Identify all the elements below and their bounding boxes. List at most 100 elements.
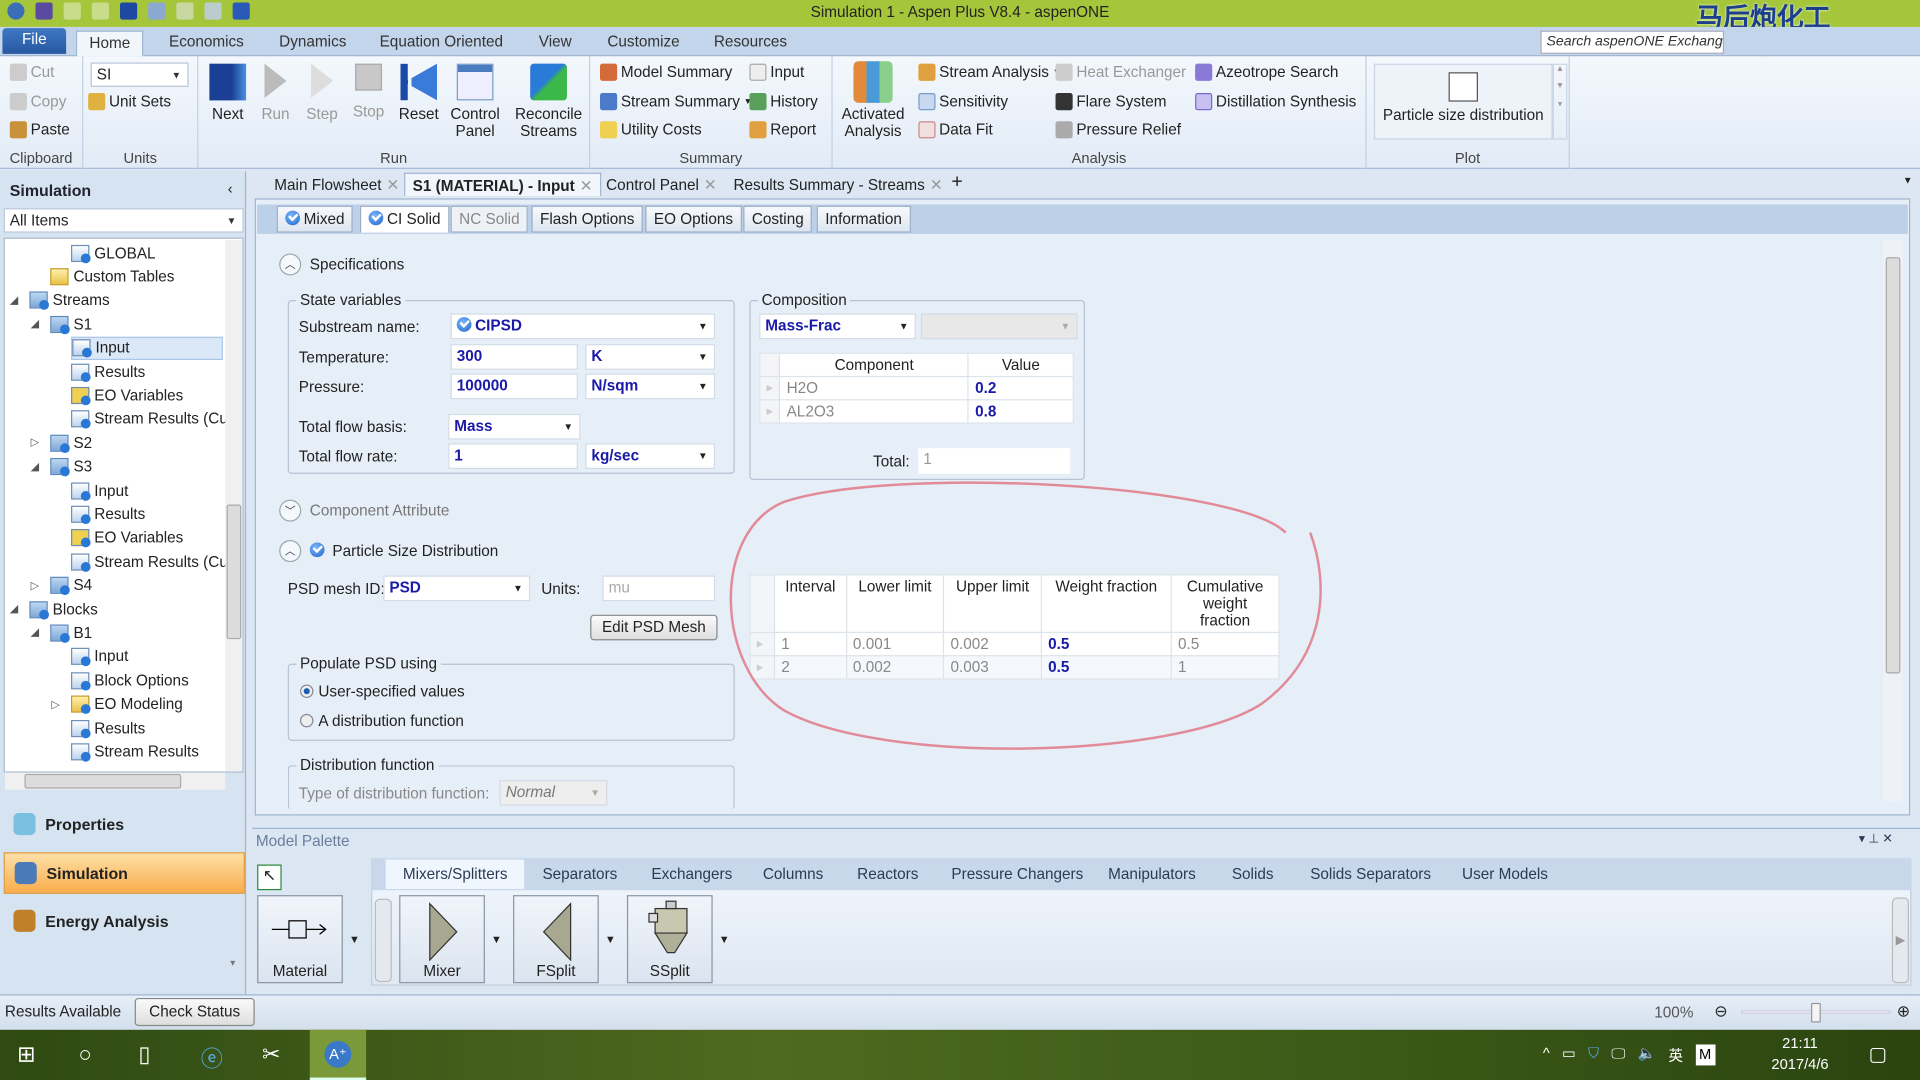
tree-item[interactable]: Block Options (71, 669, 189, 692)
material-dropdown-icon[interactable]: ▼ (349, 933, 360, 945)
sheet-tab-ci-solid[interactable]: CI Solid (360, 205, 450, 233)
nav-energy-analysis[interactable]: Energy Analysis (4, 900, 245, 942)
flow-rate-unit-select[interactable]: kg/sec ▼ (585, 443, 716, 469)
psd-plot-button[interactable]: Particle size distribution (1373, 63, 1553, 140)
tab-customize[interactable]: Customize (595, 31, 692, 57)
pressure-unit-select[interactable]: N/sqm ▼ (585, 373, 716, 400)
expand-component-attribute-icon[interactable]: ﹀ (279, 499, 302, 522)
tree-item[interactable]: Input (71, 479, 128, 502)
tree-item[interactable]: Results (71, 360, 145, 383)
tree-item[interactable]: B1 (50, 621, 92, 644)
history-button[interactable]: History (749, 93, 818, 111)
table-row[interactable]: ▶ H2O 0.2 (759, 375, 1074, 401)
ssplit-dropdown-icon[interactable]: ▼ (719, 933, 730, 945)
temperature-unit-select[interactable]: K ▼ (585, 344, 716, 370)
sensitivity-button[interactable]: Sensitivity (918, 93, 1008, 111)
temperature-input[interactable]: 300 (450, 344, 578, 370)
activated-analysis-button[interactable]: Activated Analysis (840, 61, 906, 140)
run-button[interactable]: Run (255, 63, 297, 122)
windows-start-icon[interactable]: ⊞ (17, 1042, 35, 1068)
stream-summary-button[interactable]: Stream Summary ▼ (600, 93, 752, 111)
flow-rate-input[interactable]: 1 (448, 443, 578, 469)
palette-tab-user-models[interactable]: User Models (1462, 860, 1548, 889)
tree-item[interactable]: GLOBAL (71, 241, 156, 264)
heat-exchanger-button[interactable]: Heat Exchanger (1055, 63, 1186, 81)
plot-gallery-scroll[interactable]: ▲ ▼ ▾ (1552, 63, 1568, 140)
doc-tab-results-summary[interactable]: Results Summary - Streams ✕ (726, 173, 950, 196)
ime-mode[interactable]: M (1695, 1044, 1715, 1066)
security-shield-icon[interactable]: ⛉ (1588, 1044, 1599, 1065)
utility-costs-button[interactable]: Utility Costs (600, 121, 702, 139)
expand-arrow-icon[interactable]: ▷ (51, 697, 59, 710)
action-center-icon[interactable]: ▢ (1869, 1042, 1888, 1066)
mixer-dropdown-icon[interactable]: ▼ (491, 933, 502, 945)
pin-icon[interactable]: ⊥ (1868, 833, 1879, 846)
stop-button[interactable]: Stop (348, 63, 390, 120)
nav-properties[interactable]: Properties (4, 803, 245, 845)
tree-item[interactable]: Stream Results (Cus (71, 408, 235, 431)
composition-units-select[interactable]: ▼ (920, 313, 1078, 340)
collapse-specifications-icon[interactable]: ︿ (279, 253, 302, 276)
tree-horizontal-scrollbar[interactable] (4, 772, 226, 790)
tree-item[interactable]: Custom Tables (50, 265, 174, 288)
tab-list-dropdown-icon[interactable]: ▼ (1903, 175, 1913, 186)
task-view-icon[interactable]: ▯ (138, 1042, 150, 1068)
tree-item[interactable]: EO Modeling (71, 693, 183, 716)
sheet-tab-mixed[interactable]: Mixed (276, 205, 354, 233)
zoom-out-icon[interactable]: ⊖ (1714, 1002, 1727, 1022)
palette-tab-exchangers[interactable]: Exchangers (651, 860, 732, 889)
copy-button[interactable]: Copy (9, 93, 66, 111)
tree-item[interactable]: S1 (50, 312, 92, 335)
volume-icon[interactable]: 🔈 (1638, 1044, 1656, 1065)
select-pointer-icon[interactable]: ↖ (257, 864, 282, 891)
internet-explorer-icon[interactable]: ⓔ (201, 1042, 223, 1074)
value-cell[interactable]: 0.8 (967, 399, 1074, 424)
palette-tab-separators[interactable]: Separators (542, 860, 617, 889)
palette-scroll-left[interactable] (374, 898, 392, 983)
distribution-type-select[interactable]: Normal ▼ (499, 780, 608, 806)
nav-overflow-icon[interactable]: ▾ (230, 958, 235, 969)
tab-file[interactable]: File (2, 28, 67, 54)
collapse-arrow-icon[interactable]: ◢ (31, 317, 39, 330)
tree-item[interactable]: S4 (50, 574, 92, 597)
show-hidden-icons-icon[interactable]: ^ (1543, 1044, 1550, 1065)
palette-tab-mixers-splitters[interactable]: Mixers/Splitters (385, 859, 525, 889)
tree-item[interactable]: Stream Results (Cus (71, 550, 235, 573)
close-icon[interactable]: ✕ (580, 178, 593, 195)
radio-user-specified[interactable]: User-specified values (300, 683, 465, 700)
sheet-tab-eo-options[interactable]: EO Options (645, 205, 742, 233)
tree-item[interactable]: S2 (50, 431, 92, 454)
paste-button[interactable]: Paste (9, 121, 70, 139)
collapse-pane-icon[interactable]: ‹ (228, 180, 233, 197)
tree-item[interactable]: Results (71, 503, 145, 526)
pressure-input[interactable]: 100000 (450, 373, 578, 400)
collapse-arrow-icon[interactable]: ◢ (10, 294, 18, 307)
doc-tab-main-flowsheet[interactable]: Main Flowsheet ✕ (267, 173, 407, 196)
composition-basis-select[interactable]: Mass-Frac ▼ (759, 313, 916, 340)
zoom-in-icon[interactable]: ⊕ (1897, 1002, 1910, 1022)
clock[interactable]: 21:11 2017/4/6 (1763, 1033, 1836, 1075)
ime-language[interactable]: 英 (1668, 1044, 1683, 1065)
distillation-synthesis-button[interactable]: Distillation Synthesis (1195, 93, 1356, 111)
fsplit-dropdown-icon[interactable]: ▼ (605, 933, 616, 945)
check-status-button[interactable]: Check Status (134, 997, 255, 1027)
close-icon[interactable]: ✕ (1882, 833, 1892, 846)
expand-arrow-icon[interactable]: ▷ (31, 436, 39, 449)
sheet-tab-information[interactable]: Information (816, 205, 911, 233)
scroll-thumb[interactable] (1885, 257, 1901, 674)
substream-select[interactable]: CIPSD ▼ (450, 313, 716, 340)
report-button[interactable]: Report (749, 121, 816, 139)
palette-fsplit[interactable]: FSplit (513, 895, 599, 984)
psd-mesh-select[interactable]: PSD ▼ (383, 575, 531, 602)
search-exchange-input[interactable]: Search aspenONE Exchange (1540, 30, 1725, 54)
new-tab-plus-icon[interactable]: + (951, 171, 962, 193)
close-icon[interactable]: ✕ (930, 176, 943, 193)
radio-distribution-function[interactable]: A distribution function (300, 713, 464, 730)
input-summary-button[interactable]: Input (749, 63, 804, 81)
palette-tab-solids[interactable]: Solids (1232, 860, 1274, 889)
palette-tab-manipulators[interactable]: Manipulators (1108, 860, 1196, 889)
zoom-slider-thumb[interactable] (1811, 1002, 1821, 1023)
value-cell[interactable]: 0.2 (967, 375, 1074, 401)
model-summary-button[interactable]: Model Summary (600, 63, 732, 81)
tree-item[interactable]: Blocks (29, 598, 98, 621)
